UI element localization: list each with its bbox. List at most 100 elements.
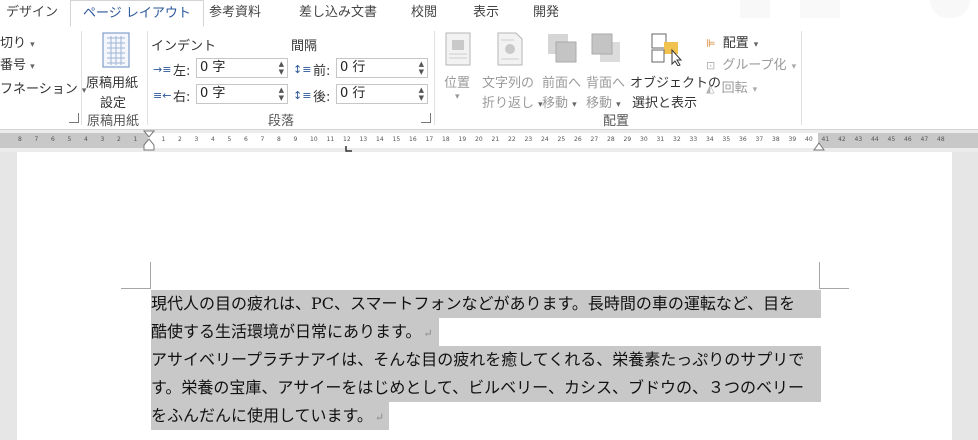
ruler-tick-label: 3: [100, 136, 105, 143]
align-label: 配置: [722, 36, 749, 51]
spacing-before-value: 0 行: [340, 60, 366, 75]
ruler-tick-label: 37: [755, 136, 764, 143]
indent-left-input[interactable]: 0 字 ▲ ▼: [196, 58, 288, 78]
tab-mailings[interactable]: 差し込み文書: [299, 0, 377, 27]
indent-right-label: 右:: [173, 90, 191, 105]
page-setup-launcher-icon[interactable]: [69, 113, 79, 123]
ruler-tick-label: 6: [51, 136, 55, 143]
group-separator: [801, 31, 802, 125]
ruler-tick-label: 46: [904, 136, 912, 143]
hyphenation-label: フネーション: [0, 82, 78, 97]
align-icon: ⊫: [706, 37, 716, 50]
text-line[interactable]: 酷使する生活環境が日常にあります。 ↵: [151, 318, 439, 346]
align-button[interactable]: ⊫ 配置 ▾: [706, 32, 758, 52]
document-page[interactable]: 現代人の目の疲れは、PC、スマートフォンなどがあります。長時間の車の運転など、目…: [17, 152, 952, 440]
text-line[interactable]: アサイベリープラチナアイは、そんな目の疲れを癒してくれる、栄養素たっぷりのサプリ…: [151, 346, 821, 374]
tab-references[interactable]: 参考資料: [209, 0, 261, 27]
spacing-after-input[interactable]: 0 行 ▲ ▼: [336, 84, 428, 104]
chevron-down-icon: ▾: [455, 92, 460, 102]
tab-view[interactable]: 表示: [473, 0, 499, 27]
group-separator: [81, 31, 82, 125]
spin-arrows-icon[interactable]: ▲ ▼: [279, 60, 284, 76]
spin-arrows-icon[interactable]: ▲ ▼: [419, 86, 424, 102]
spin-arrows-icon[interactable]: ▲ ▼: [419, 60, 424, 76]
selection-pane-button[interactable]: オブジェクトの 選択と表示: [630, 30, 721, 111]
indent-right-value: 0 字: [200, 86, 226, 101]
group-separator: [434, 31, 435, 125]
tab-design[interactable]: デザイン: [6, 0, 58, 27]
chevron-down-icon: ▾: [791, 62, 797, 72]
ruler-tick-label: 32: [673, 136, 681, 143]
genkou-label-line1: 原稿用紙: [86, 76, 139, 91]
send-backward-line1: 背面へ: [586, 76, 626, 91]
genkou-label-line2: 設定: [100, 96, 127, 111]
ruler-tick-label: 20: [475, 136, 483, 143]
text-line[interactable]: す。栄養の宝庫、アサイーをはじめとして、ビルベリー、カシス、ブドウの、３つのベリ…: [151, 374, 821, 402]
send-backward-line2-text: 移動: [586, 96, 613, 111]
ruler-tick-label: 30: [640, 136, 648, 143]
paragraph-launcher-icon[interactable]: [421, 113, 431, 123]
indent-left-value: 0 字: [200, 60, 226, 75]
indent-right-input[interactable]: 0 字 ▲ ▼: [196, 84, 288, 104]
ruler-tick-label: 36: [739, 136, 747, 143]
ruler-tick-label: 39: [788, 136, 797, 143]
crop-mark: [819, 262, 820, 288]
document-area: 現代人の目の疲れは、PC、スマートフォンなどがあります。長時間の車の運転など、目…: [0, 152, 978, 440]
ruler-tick-label: 43: [854, 136, 863, 143]
genkou-group-label: 原稿用紙: [87, 114, 140, 129]
tab-review[interactable]: 校閲: [411, 0, 437, 27]
spacing-before-input[interactable]: 0 行 ▲ ▼: [336, 58, 428, 78]
ruler-tick-label: 35: [722, 136, 731, 143]
ruler-tick-label: 26: [574, 136, 582, 143]
spin-arrows-icon[interactable]: ▲ ▼: [279, 86, 284, 102]
spacing-after-value: 0 行: [340, 86, 366, 101]
ruler-tick-label: 23: [524, 136, 533, 143]
ruler-tick-label: 9: [293, 136, 298, 143]
bring-forward-button[interactable]: 前面へ 移動 ▾: [542, 30, 586, 111]
group-button[interactable]: ⊡ グループ化 ▾: [706, 54, 796, 74]
right-indent-marker[interactable]: [813, 141, 825, 151]
breaks-button[interactable]: 切り ▾: [0, 32, 35, 51]
manuscript-paper-icon: [102, 32, 130, 68]
hyphenation-button[interactable]: フネーション ▾: [0, 78, 86, 97]
rotate-button[interactable]: ◭ 回転 ▾: [706, 77, 757, 97]
tab-page-layout[interactable]: ページ レイアウト: [70, 0, 204, 27]
ribbon: 切り ▾ 番号 ▾ フネーション ▾ 原稿用紙 設定 原稿用紙 インデント 間隔…: [0, 27, 978, 130]
ruler-tick-label: 48: [937, 136, 945, 143]
ruler-tick-label: 44: [871, 136, 879, 143]
selection-pane-line2: 選択と表示: [632, 96, 698, 111]
bring-forward-line2-text: 移動: [542, 96, 569, 111]
ruler-tick-label: 16: [409, 136, 417, 143]
text-line[interactable]: をふんだんに使用しています。 ↵: [151, 402, 389, 430]
indent-right-icon: ≡←: [153, 89, 172, 102]
wrap-text-button[interactable]: 文字列の 折り返し ▾: [480, 30, 543, 111]
ruler-tick-label: 22: [508, 136, 516, 143]
genkou-settings-button[interactable]: 原稿用紙 設定: [84, 30, 146, 111]
ruler-tick-label: 12: [343, 136, 351, 143]
ruler-tick-label: 5: [67, 136, 72, 143]
crop-mark: [121, 288, 151, 289]
text-line[interactable]: 現代人の目の疲れは、PC、スマートフォンなどがあります。長時間の車の運転など、目…: [151, 290, 821, 318]
spacing-after-icon: ↕≡: [293, 89, 312, 102]
group-icon: ⊡: [706, 59, 716, 72]
ruler-tick-label: 40: [805, 136, 813, 143]
tab-developer[interactable]: 開発: [533, 0, 559, 27]
send-backward-button[interactable]: 背面へ 移動 ▾: [586, 30, 630, 111]
spacing-before-label: 前:: [313, 64, 331, 79]
spacing-after-label: 後:: [313, 90, 331, 105]
bring-forward-icon: [548, 34, 577, 63]
ruler-tick-label: 21: [491, 136, 500, 143]
first-line-indent-marker[interactable]: [143, 130, 155, 152]
text-line-content: す。栄養の宝庫、アサイーをはじめとして、ビルベリー、カシス、ブドウの、３つのベリ…: [151, 378, 804, 397]
ruler-tick-label: 1: [133, 136, 138, 143]
bring-forward-line2: 移動 ▾: [542, 92, 577, 111]
ruler-tick-label: 18: [442, 136, 450, 143]
horizontal-ruler[interactable]: 8 7 6 5 4 3 2 1 1 2 3 4 5 6 7 8 9 10 11 12 13 14 15 16 17 18 19 20 2…: [0, 130, 978, 152]
position-button[interactable]: 位置 ▾: [440, 30, 476, 108]
group-separator: [147, 31, 148, 125]
ruler-text-area: [148, 133, 818, 148]
paragraph-group-label: 段落: [268, 114, 295, 129]
ruler-tick-label: 19: [458, 136, 467, 143]
ruler-tick-label: 2: [178, 136, 182, 143]
line-numbers-button[interactable]: 番号 ▾: [0, 54, 35, 73]
